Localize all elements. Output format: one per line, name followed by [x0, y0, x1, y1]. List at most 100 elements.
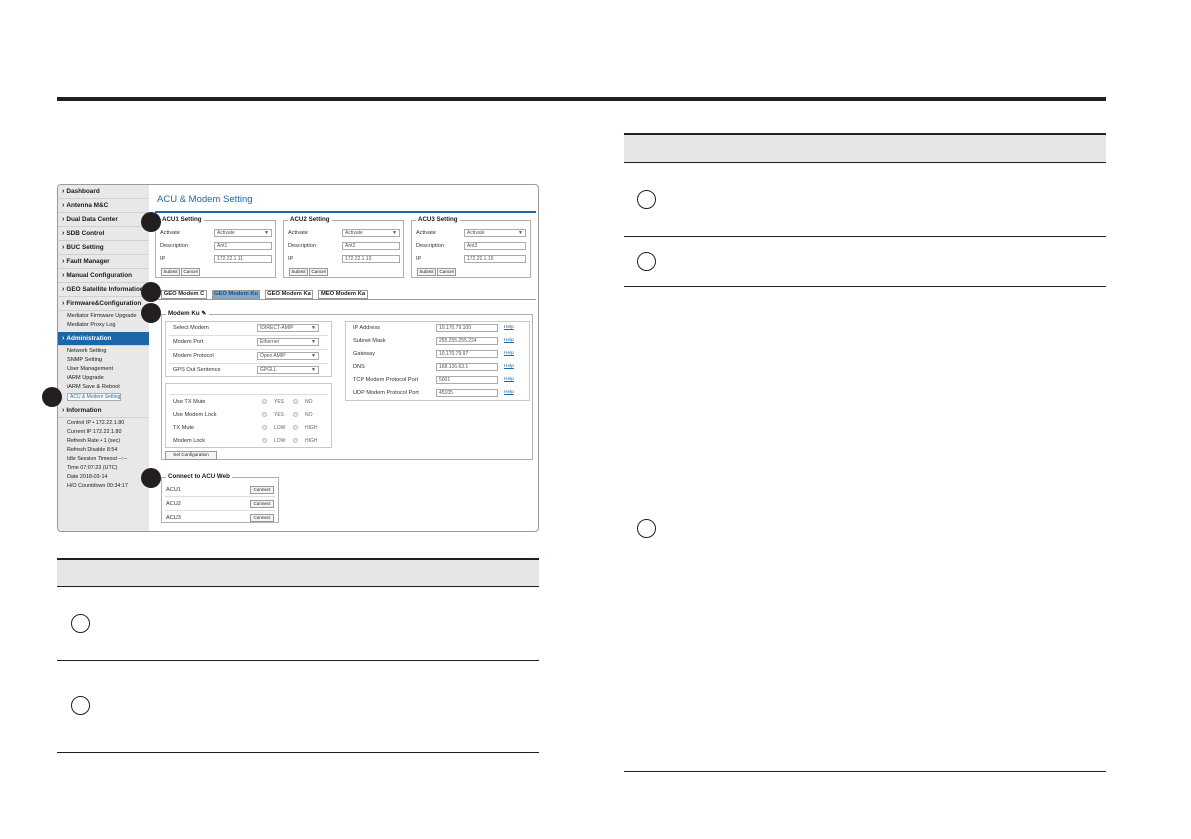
modem-ku-panel: Modem Ku ✎ Select Modem IDIRECT-AMIP ▼ Mo…	[161, 310, 533, 460]
row-divider	[169, 335, 328, 336]
right-table-rule	[624, 162, 1106, 163]
chevron-down-icon: ▼	[392, 230, 397, 236]
gateway-help-link[interactable]: Help	[504, 351, 514, 356]
nav-dashboard[interactable]: › Dashboard	[58, 185, 149, 199]
tab-geo-modem-ku[interactable]: GEO Modem Ku	[212, 290, 260, 299]
chevron-down-icon: ▼	[311, 353, 316, 359]
sub-user-management[interactable]: User Management	[67, 366, 113, 372]
tcp-port-help-link[interactable]: Help	[504, 377, 514, 382]
acu2-description-input[interactable]: Ant2	[342, 242, 400, 250]
row-number-circle	[637, 190, 656, 209]
use-modem-lock-no-radio[interactable]	[293, 412, 298, 417]
nav-sdb-control[interactable]: › SDB Control	[58, 227, 149, 241]
sub-acu-modem-setting[interactable]: ACU & Modem Setting	[67, 393, 122, 401]
modem-lock-high-radio[interactable]	[293, 438, 298, 443]
acu1-activate-label: Activate	[160, 230, 180, 236]
chevron-down-icon: ▼	[311, 339, 316, 345]
info-date: Date 2018-03-14	[67, 474, 108, 480]
sub-iarm-save-reboot[interactable]: iARM Save & Reboot	[67, 384, 120, 390]
acu3-submit-button[interactable]: Submit	[417, 268, 436, 276]
acu2-cancel-button[interactable]: Cancel	[309, 268, 328, 276]
acu2-ip-input[interactable]: 172.22.1.13	[342, 255, 400, 263]
row-number-circle	[637, 252, 656, 271]
acu3-cancel-button[interactable]: Cancel	[437, 268, 456, 276]
callout-badge-5	[141, 468, 161, 488]
nav-administration[interactable]: › Administration	[58, 332, 149, 346]
ip-address-help-link[interactable]: Help	[504, 325, 514, 330]
use-modem-lock-yes-radio[interactable]	[262, 412, 267, 417]
right-table-header	[624, 135, 1106, 162]
acu3-ip-input[interactable]: 172.22.1.15	[464, 255, 526, 263]
select-modem-label: Select Modem	[173, 325, 209, 331]
acu3-activate-label: Activate	[416, 230, 436, 236]
info-refresh-disable: Refresh Disable 8:54	[67, 447, 118, 453]
tcp-port-input[interactable]: 5001	[436, 376, 498, 384]
sub-snmp-setting[interactable]: SNMP Setting	[67, 357, 102, 363]
dns-input[interactable]: 168.126.63.1	[436, 363, 498, 371]
use-modem-lock-yes-label: YES	[274, 412, 285, 418]
acu1-ip-input[interactable]: 172.22.1.11	[214, 255, 272, 263]
callout-badge-3	[141, 303, 161, 323]
nav-information[interactable]: › Information	[58, 404, 149, 418]
tab-meo-modem-ka[interactable]: MEO Modem Ka	[318, 290, 368, 299]
udp-port-input[interactable]: 45105	[436, 389, 498, 397]
row-divider	[165, 496, 275, 497]
nav-buc-setting[interactable]: › BUC Setting	[58, 241, 149, 255]
acu1-cancel-button[interactable]: Cancel	[181, 268, 200, 276]
use-tx-mute-yes-label: YES	[274, 399, 285, 405]
gateway-input[interactable]: 10.170.79.97	[436, 350, 498, 358]
acu1-submit-button[interactable]: Submit	[161, 268, 180, 276]
info-current-ip: Current IP 172.22.1.80	[67, 429, 122, 435]
tab-geo-modem-c[interactable]: GEO Modem C	[161, 290, 207, 299]
tab-divider	[155, 299, 536, 300]
ip-address-label: IP Address	[353, 325, 380, 331]
acu2-ip-label: IP	[288, 256, 294, 262]
gps-out-sentence-select[interactable]: GPGLL ▼	[257, 366, 319, 374]
acu2-activate-label: Activate	[288, 230, 308, 236]
acu3-description-input[interactable]: Ant3	[464, 242, 526, 250]
connect-acu2-label: ACU2	[166, 501, 181, 507]
nav-manual-configuration[interactable]: › Manual Configuration	[58, 269, 149, 283]
select-modem-select[interactable]: IDIRECT-AMIP ▼	[257, 324, 319, 332]
nav-dual-data-center[interactable]: › Dual Data Center	[58, 213, 149, 227]
modem-port-select[interactable]: Ethernet ▼	[257, 338, 319, 346]
dns-help-link[interactable]: Help	[504, 364, 514, 369]
nav-fault-manager[interactable]: › Fault Manager	[58, 255, 149, 269]
row-number-circle	[71, 696, 90, 715]
nav-firmware-configuration[interactable]: › Firmware&Configuration	[58, 297, 149, 311]
tx-mute-high-radio[interactable]	[293, 425, 298, 430]
subnet-mask-help-link[interactable]: Help	[504, 338, 514, 343]
sidebar: › Dashboard › Antenna M&C › Dual Data Cente…	[58, 185, 149, 531]
acu1-activate-select[interactable]: Activate ▼	[214, 229, 272, 237]
use-tx-mute-yes-radio[interactable]	[262, 399, 267, 404]
connect-acu3-button[interactable]: Connect	[250, 514, 274, 522]
edit-icon[interactable]: ✎	[201, 310, 206, 317]
set-configuration-button[interactable]: Set Configuration	[165, 451, 217, 460]
left-table-rule	[57, 586, 539, 587]
acu1-description-input[interactable]: Ant1	[214, 242, 272, 250]
subnet-mask-input[interactable]: 255.255.255.224	[436, 337, 498, 345]
acu2-activate-select[interactable]: Activate ▼	[342, 229, 400, 237]
callout-badge-1	[141, 212, 161, 232]
sub-iarm-upgrade[interactable]: iARM Upgrade	[67, 375, 104, 381]
info-idle-timeout: Idle Session Timeout --:--	[67, 456, 128, 462]
nav-geo-satellite-information[interactable]: › GEO Satellite Information	[58, 283, 149, 297]
use-tx-mute-no-radio[interactable]	[293, 399, 298, 404]
tab-geo-modem-ka[interactable]: GEO Modem Ka	[265, 290, 313, 299]
connect-legend: Connect to ACU Web	[166, 473, 232, 480]
acu2-submit-button[interactable]: Submit	[289, 268, 308, 276]
ip-address-input[interactable]: 10.170.79.100	[436, 324, 498, 332]
modem-protocol-select[interactable]: Open AMIP ▼	[257, 352, 319, 360]
sub-mediator-proxy-log[interactable]: Mediator Proxy Log	[67, 322, 116, 328]
acu3-activate-select[interactable]: Activate ▼	[464, 229, 526, 237]
connect-acu1-button[interactable]: Connect	[250, 486, 274, 494]
connect-acu2-button[interactable]: Connect	[250, 500, 274, 508]
nav-antenna-mc[interactable]: › Antenna M&C	[58, 199, 149, 213]
acu1-ip-label: IP	[160, 256, 166, 262]
sub-network-setting[interactable]: Network Setting	[67, 348, 106, 354]
udp-port-help-link[interactable]: Help	[504, 390, 514, 395]
modem-lock-low-radio[interactable]	[262, 438, 267, 443]
sub-mediator-firmware-upgrade[interactable]: Mediator Firmware Upgrade	[67, 313, 137, 319]
tx-mute-low-radio[interactable]	[262, 425, 267, 430]
callout-badge-2	[141, 282, 161, 302]
